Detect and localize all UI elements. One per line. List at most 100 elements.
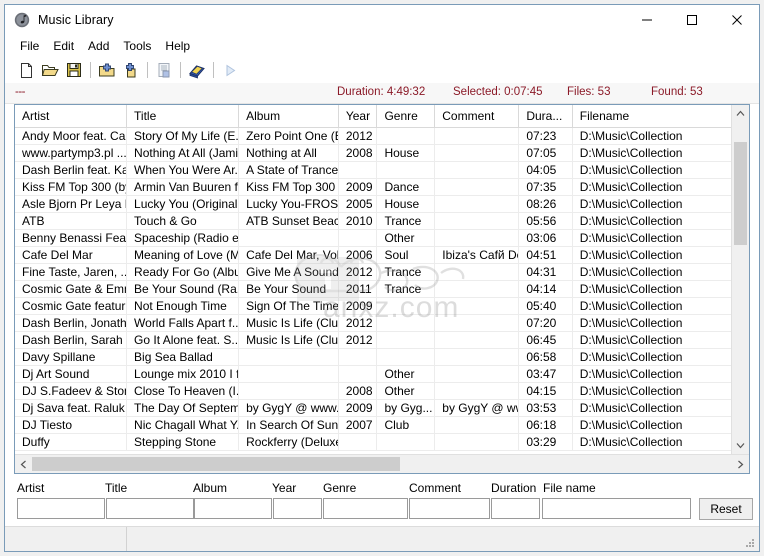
filter-label-title: Title [105,481,128,495]
cell-duration: 06:45 [519,332,573,348]
cell-duration: 04:14 [519,281,573,297]
new-file-icon[interactable] [14,59,38,81]
filter-input-title[interactable] [106,498,194,519]
cell-genre: Other [377,383,436,399]
save-disk-icon[interactable] [62,59,86,81]
menu-item-file[interactable]: File [13,37,46,56]
cell-filename: D:\Music\Collection [579,214,683,228]
table-row[interactable]: Dash Berlin, Jonath... World Falls Apart … [15,315,731,332]
horizontal-scrollbar[interactable] [15,454,749,473]
cell-year: 2010 [339,213,378,229]
cell-filename: D:\Music\Collection [579,163,683,177]
cell-genre: Other [377,230,436,246]
table-row[interactable]: Dj Sava feat. Raluk The Day Of Septem... b… [15,400,731,417]
menu-item-edit[interactable]: Edit [46,37,81,56]
filter-input-duration[interactable] [491,498,540,519]
close-button[interactable] [714,5,759,35]
column-header-title[interactable]: Title [127,105,240,127]
cell-title: The Day Of Septem... [127,400,240,416]
table-row[interactable]: www.partymp3.pl ... Nothing At All (Jami.… [15,145,731,162]
cell-filename: D:\Music\Collection [579,282,683,296]
scroll-up-icon[interactable] [732,105,749,122]
column-header-album[interactable]: Album [239,105,339,127]
cell-artist: Asle Bjorn Pr Leya F... [15,196,128,212]
cell-genre [377,128,436,144]
cd-book-icon[interactable] [185,59,209,81]
cell-genre: Trance [377,281,436,297]
column-header-filename[interactable]: Filename [572,105,731,127]
cell-duration: 03:06 [519,230,573,246]
cell-duration: 04:15 [519,383,573,399]
cell-album: Kiss FM Top 300 (b... [239,179,339,195]
table-row[interactable]: Dj Art Sound Lounge mix 2010 I fly Other 03… [15,366,731,383]
table-row[interactable]: Benny Benassi Feat ...Spaceship (Radio e… [15,230,731,247]
table-row[interactable]: Fine Taste, Jaren, ...Ready For Go (Albu… [15,264,731,281]
cell-duration: 06:58 [519,349,573,365]
cell-filename: D:\Music\Collection [579,401,683,415]
filter-input-genre[interactable] [323,498,408,519]
reset-button[interactable]: Reset [699,498,753,520]
cell-genre: House [377,196,436,212]
table-row[interactable]: Cosmic Gate featuri... Not Enough Time Sig… [15,298,731,315]
cell-comment [435,179,520,195]
table-rows: Andy Moor feat. Ca... Story Of My Life (E… [15,128,731,451]
column-header-artist[interactable]: Artist [15,105,128,127]
scroll-right-icon[interactable] [732,455,749,473]
column-header-duration[interactable]: Dura... [519,105,573,127]
table-row[interactable]: Dash Berlin, Sarah H...Go It Alone feat.… [15,332,731,349]
scroll-down-icon[interactable] [732,437,749,454]
cell-album [239,366,339,382]
info-files: Files: 53 [567,86,611,98]
table-row[interactable]: ATBTouch & GoATB Sunset Beach ...2010Tra… [15,213,731,230]
cell-filename: D:\Music\Collection [579,333,683,347]
cell-album: Be Your Sound [239,281,339,297]
maximize-button[interactable] [669,5,714,35]
filter-input-artist[interactable] [17,498,105,519]
table-row[interactable]: Asle Bjorn Pr Leya F...Lucky You (Origin… [15,196,731,213]
cell-album: Nothing at All [239,145,339,161]
menu-item-tools[interactable]: Tools [116,37,158,56]
filter-input-year[interactable] [273,498,322,519]
table-row[interactable]: Dash Berlin feat. Ka...When You Were Ar.… [15,162,731,179]
minimize-button[interactable] [624,5,669,35]
cell-year [339,230,378,246]
cell-genre: Soul [377,247,436,263]
add-file-icon[interactable] [119,59,143,81]
menu-item-add[interactable]: Add [81,37,116,56]
horizontal-scroll-thumb[interactable] [32,457,400,471]
table-row[interactable]: Cafe Del Mar Meaning of Love (M... Cafe De… [15,247,731,264]
table-row[interactable]: DuffyStepping StoneRockferry (Deluxe ...… [15,434,731,451]
column-header-genre[interactable]: Genre [377,105,436,127]
filter-input-album[interactable] [194,498,272,519]
cell-title: Be Your Sound (Ra... [127,281,240,297]
add-folder-icon[interactable] [95,59,119,81]
table-row[interactable]: Davy Spillane Big Sea Ballad 06:58 D:\Music… [15,349,731,366]
cell-year [339,349,378,365]
vertical-scroll-track[interactable] [732,122,749,437]
resize-grip-icon[interactable] [744,537,756,549]
table-row[interactable]: Andy Moor feat. Ca... Story Of My Life (E… [15,128,731,145]
table-row[interactable]: DJ S.Fadeev & Ston...Close To Heaven (I.… [15,383,731,400]
cell-comment [435,128,520,144]
cell-filename: D:\Music\Collection [579,180,683,194]
cell-duration: 04:51 [519,247,573,263]
table-row[interactable]: DJ Tiesto Nic Chagall What Y... In Search … [15,417,731,434]
status-pane-left [5,527,127,551]
cell-title: Armin Van Buuren f... [127,179,240,195]
cell-genre [377,332,436,348]
column-header-comment[interactable]: Comment [435,105,520,127]
column-header-year[interactable]: Year [338,105,378,127]
vertical-scroll-thumb[interactable] [734,142,747,245]
scroll-left-icon[interactable] [15,455,32,473]
table-row[interactable]: Kiss FM Top 300 (by...Armin Van Buuren f… [15,179,731,196]
menu-item-help[interactable]: Help [158,37,197,56]
filter-label-genre: Genre [323,481,357,495]
horizontal-scroll-track[interactable] [32,455,732,473]
vertical-scrollbar[interactable] [731,105,749,454]
table-row[interactable]: Cosmic Gate & Emm...Be Your Sound (Ra...… [15,281,731,298]
filter-input-filename[interactable] [542,498,691,519]
open-folder-icon[interactable] [38,59,62,81]
cell-year: 2006 [339,247,378,263]
filter-input-comment[interactable] [409,498,490,519]
cell-comment [435,417,520,433]
